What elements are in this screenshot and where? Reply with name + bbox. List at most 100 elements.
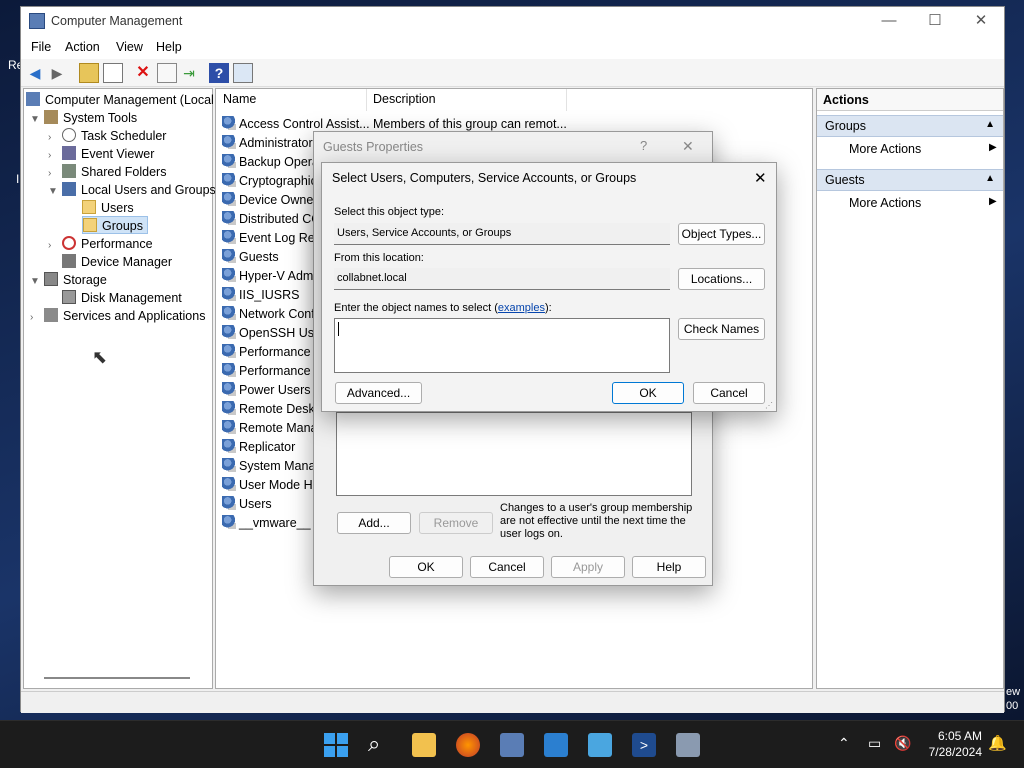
actions-header: Actions [817,89,1003,111]
cancel-button[interactable]: Cancel [470,556,544,578]
members-list[interactable] [336,412,692,496]
chevron-right-icon[interactable]: › [48,237,62,255]
windows-start-icon[interactable] [324,733,348,757]
group-icon [222,363,236,377]
delete-icon[interactable]: ✕ [133,63,153,83]
tree-item-performance[interactable]: › Performance [48,235,153,253]
dialog-title: Select Users, Computers, Service Account… [332,171,637,185]
menu-help[interactable]: Help [156,40,182,54]
forward-arrow-icon[interactable]: ▶ [47,63,67,83]
network-icon[interactable] [676,733,700,757]
folder-icon [83,218,97,232]
horizontal-scrollbar[interactable] [44,677,190,679]
show-hide-tree-icon[interactable] [103,63,123,83]
locations-button[interactable]: Locations... [678,268,765,290]
examples-link[interactable]: examples [498,302,545,314]
search-icon[interactable]: ⌕ [368,731,380,757]
menu-action[interactable]: Action [65,40,100,54]
close-icon[interactable]: ✕ [754,169,767,187]
console-tree: Computer Management (Local ▼ System Tools… [23,88,216,689]
apply-button[interactable]: Apply [551,556,625,578]
tree-item-groups[interactable]: Groups [82,216,148,234]
actions-section-guests[interactable]: Guests ▲ [817,169,1003,191]
collapse-icon[interactable]: ▲ [985,119,995,130]
title-bar[interactable]: Computer Management — ☐ ✕ [21,7,1004,37]
object-names-input[interactable] [334,318,670,373]
cancel-button[interactable]: Cancel [693,382,765,404]
group-icon [222,116,236,130]
resize-grip-icon[interactable]: ⋰ [765,401,773,410]
tree-item-system-tools[interactable]: ▼ System Tools [30,109,137,127]
tree-item-services-applications[interactable]: › Services and Applications [30,307,205,325]
object-types-button[interactable]: Object Types... [678,223,765,245]
help-button[interactable]: Help [632,556,706,578]
chevron-up-icon[interactable]: ⌃ [838,735,850,752]
collapse-icon[interactable]: ▲ [985,173,995,184]
column-divider[interactable] [366,89,367,111]
tree-item-disk-management[interactable]: Disk Management [62,289,182,307]
export-list-icon[interactable]: ⇥ [179,63,199,83]
server-manager-icon[interactable] [588,733,612,757]
group-icon [222,154,236,168]
check-names-button[interactable]: Check Names [678,318,765,340]
desktop-icon-label[interactable]: I [16,172,19,186]
group-icon [222,515,236,529]
maximize-button[interactable]: ☐ [912,7,958,37]
menu-view[interactable]: View [116,40,143,54]
up-folder-icon[interactable] [79,63,99,83]
close-icon[interactable]: ✕ [682,138,694,155]
tree-item-users[interactable]: Users [82,199,134,217]
clock-time[interactable]: 6:05 AM [934,729,982,743]
desktop-icon-label[interactable]: ew [1006,686,1020,698]
properties-icon[interactable] [157,63,177,83]
remove-button[interactable]: Remove [419,512,493,534]
add-button[interactable]: Add... [337,512,411,534]
tree-item-shared-folders[interactable]: › Shared Folders [48,163,166,181]
tree-item-task-scheduler[interactable]: › Task Scheduler [48,127,166,145]
tree-item-local-users-groups[interactable]: ▼ Local Users and Groups [48,181,216,199]
column-header-name[interactable]: Name [223,92,256,106]
tree-item-event-viewer[interactable]: › Event Viewer [48,145,154,163]
volume-muted-icon[interactable]: 🔇 [894,735,911,752]
chevron-down-icon[interactable]: ▼ [30,111,44,129]
show-hide-action-pane-icon[interactable] [233,63,253,83]
notification-bell-icon[interactable]: 🔔 [988,734,1007,752]
chevron-right-icon[interactable]: › [30,309,44,327]
mouse-cursor-icon: ⬉ [92,347,108,367]
firefox-icon[interactable] [456,733,480,757]
more-actions-guests[interactable]: More Actions [849,196,921,210]
minimize-button[interactable]: — [866,7,912,37]
back-arrow-icon[interactable]: ◀ [25,63,45,83]
help-icon[interactable]: ? [640,138,647,153]
chevron-down-icon[interactable]: ▼ [48,183,62,201]
actions-section-groups[interactable]: Groups ▲ [817,115,1003,137]
text-cursor [338,322,339,336]
clock-date[interactable]: 7/28/2024 [922,745,982,759]
image-viewer-icon[interactable] [544,733,568,757]
menu-file[interactable]: File [31,40,51,54]
tree-item-root[interactable]: Computer Management (Local [26,91,214,109]
users-icon [62,182,76,196]
object-type-label: Select this object type: [334,206,445,218]
computer-management-taskbar-icon[interactable] [500,733,524,757]
location-field: collabnet.local [334,268,670,290]
ok-button[interactable]: OK [612,382,684,404]
tree-item-device-manager[interactable]: Device Manager [62,253,172,271]
desktop-icon-label[interactable]: 00 [1006,700,1018,712]
close-button[interactable]: ✕ [958,7,1004,37]
powershell-icon[interactable]: > [632,733,656,757]
column-divider[interactable] [566,89,567,111]
group-icon [222,192,236,206]
more-actions-groups[interactable]: More Actions [849,142,921,156]
network-status-icon[interactable]: ▭ [868,735,881,752]
ok-button[interactable]: OK [389,556,463,578]
help-icon[interactable]: ? [209,63,229,83]
column-header-description[interactable]: Description [373,92,436,106]
file-explorer-icon[interactable] [412,733,436,757]
advanced-button[interactable]: Advanced... [335,382,422,404]
group-icon [222,230,236,244]
tree-item-storage[interactable]: ▼ Storage [30,271,107,289]
folder-icon [82,200,96,214]
chevron-down-icon[interactable]: ▼ [30,273,44,291]
object-type-field: Users, Service Accounts, or Groups [334,223,670,245]
